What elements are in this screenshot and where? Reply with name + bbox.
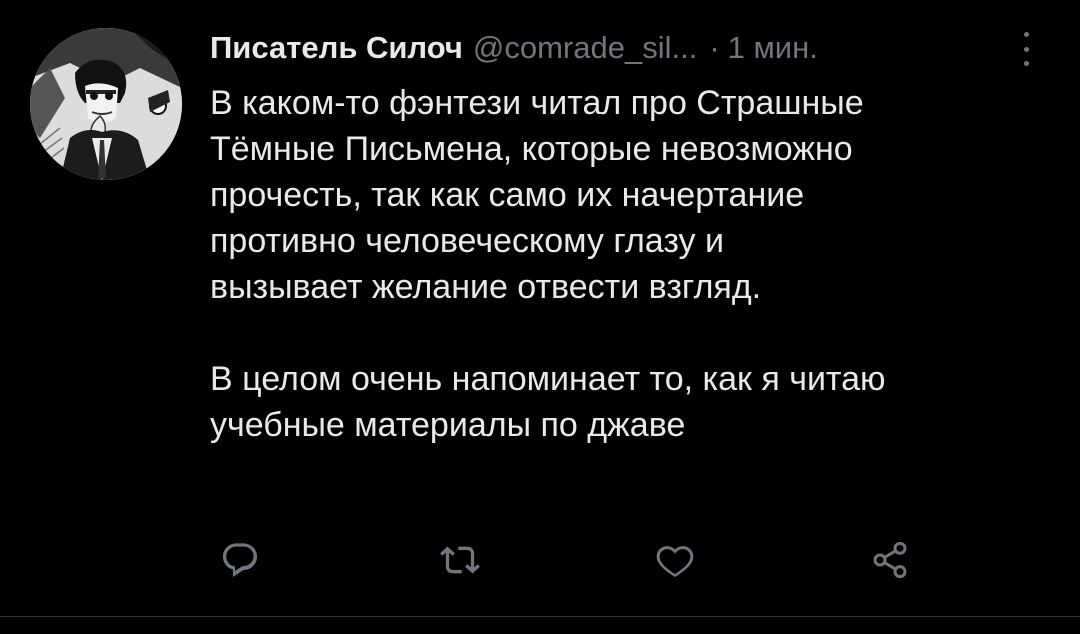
avatar-image — [30, 28, 182, 180]
author-handle[interactable]: @comrade_sil... — [473, 30, 697, 66]
tweet-text-line: учебные материалы по джаве — [210, 406, 686, 444]
tweet-card[interactable]: Писатель Силоч @comrade_sil... · 1 мин. … — [0, 0, 1080, 634]
tweet-text-line: Тёмные Письмена, которые невозможно — [210, 130, 853, 168]
more-dot — [1023, 46, 1029, 52]
share-button[interactable] — [865, 535, 915, 585]
tweet-text-line: прочесть, так как само их начертание — [210, 176, 805, 214]
tweet-text: В каком-то фэнтези читал про Страшные Тё… — [210, 80, 1050, 448]
retweet-icon — [440, 546, 480, 574]
reply-icon — [222, 543, 258, 577]
tweet-text-line: противно человеческому глазу и — [210, 222, 724, 260]
author-display-name[interactable]: Писатель Силоч — [210, 30, 463, 66]
tweet-timestamp[interactable]: 1 мин. — [728, 30, 818, 66]
more-dot — [1023, 61, 1029, 66]
share-icon — [873, 541, 907, 579]
avatar[interactable] — [30, 28, 182, 180]
bottom-divider — [0, 616, 1080, 617]
tweet-text-line: В целом очень напоминает то, как я читаю — [210, 360, 886, 398]
like-button[interactable] — [650, 535, 700, 585]
reply-button[interactable] — [215, 535, 265, 585]
tweet-header: Писатель Силоч @comrade_sil... · 1 мин. — [210, 26, 818, 70]
heart-icon — [656, 546, 694, 577]
more-vertical-icon[interactable] — [1014, 32, 1038, 66]
tweet-text-line: В каком-то фэнтези читал про Страшные — [210, 84, 864, 122]
separator-dot: · — [709, 30, 720, 65]
tweet-actions — [215, 535, 935, 585]
more-dot — [1023, 32, 1029, 37]
retweet-button[interactable] — [435, 535, 485, 585]
tweet-text-line: вызывает желание отвести взгляд. — [210, 268, 762, 306]
